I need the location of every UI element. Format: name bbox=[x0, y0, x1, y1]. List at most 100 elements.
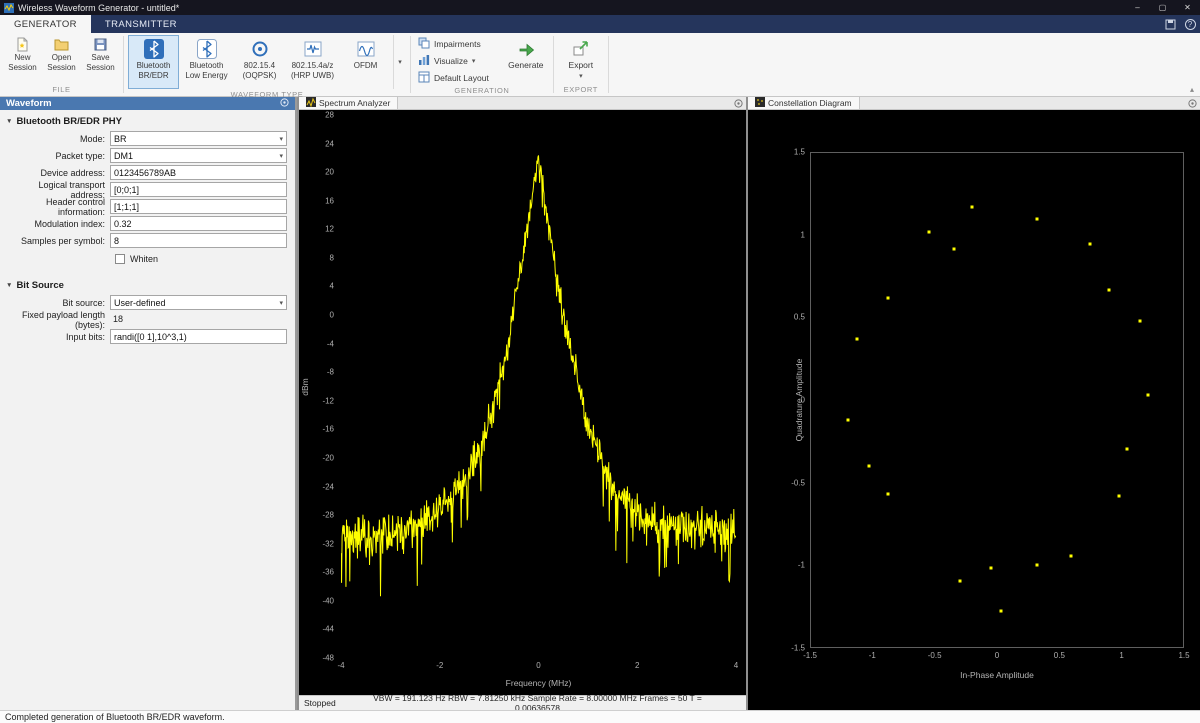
spectrum-trace bbox=[341, 115, 736, 658]
section-label-export: EXPORT bbox=[563, 85, 598, 94]
input-bits-label: Input bits: bbox=[65, 331, 105, 342]
tab-transmitter[interactable]: TRANSMITTER bbox=[91, 15, 191, 33]
panel-options-icon[interactable] bbox=[730, 97, 746, 109]
save-session-button[interactable]: Save Session bbox=[82, 35, 119, 72]
spectrum-y-axis-title: dBm bbox=[300, 377, 310, 396]
waveform-802154-oqpsk-label: 802.15.4 (OQPSK) bbox=[242, 61, 277, 80]
open-session-button[interactable]: Open Session bbox=[43, 35, 80, 72]
waveform-ofdm-button[interactable]: OFDM bbox=[340, 35, 391, 89]
constellation-y-tick-labels: Quadrature Amplitude 1.5 1 0.5 0 -0.5 -1 -1.5 bbox=[791, 147, 805, 653]
generate-icon bbox=[503, 38, 549, 58]
constellation-tab-icon bbox=[755, 97, 765, 109]
header-control-information-input[interactable] bbox=[110, 199, 287, 214]
waveform-bluetooth-le-button[interactable]: Bluetooth Low Energy bbox=[181, 35, 232, 89]
spectrum-plot-area: dBm 28 24 20 16 12 8 4 0 -4 -8 -12 -16 -20 -24 -28 -32-… bbox=[299, 110, 746, 695]
bit-source-label: Bit source: bbox=[62, 297, 105, 308]
waveform-802154-oqpsk-button[interactable]: 802.15.4 (OQPSK) bbox=[234, 35, 285, 89]
spectrum-panel-header: Spectrum Analyzer bbox=[299, 97, 746, 110]
spectrum-y-tick-labels: dBm 28 24 20 16 12 8 4 0 -4 -8 -12 -16 -20 -24 -28 -32-… bbox=[300, 110, 334, 663]
waveform-802154az-uwb-label: 802.15.4a/z (HRP UWB) bbox=[291, 61, 334, 80]
bluetooth-le-icon bbox=[182, 39, 231, 59]
logical-transport-address-input[interactable] bbox=[110, 182, 287, 197]
bit-source-section-title: Bit Source bbox=[16, 280, 64, 291]
default-layout-button[interactable]: Default Layout bbox=[415, 70, 492, 85]
bit-source-section-header[interactable]: ▼ Bit Source bbox=[0, 266, 295, 293]
panel-options-icon[interactable] bbox=[280, 97, 289, 110]
default-layout-label: Default Layout bbox=[434, 72, 489, 83]
toolstrip: New Session Open Session Save Session FI… bbox=[0, 33, 1200, 99]
phy-section-title: Bluetooth BR/EDR PHY bbox=[16, 116, 122, 127]
bluetooth-br-edr-icon bbox=[129, 39, 178, 59]
chevron-down-icon: ▾ bbox=[398, 59, 402, 66]
waveform-bluetooth-bredr-button[interactable]: Bluetooth BR/EDR bbox=[128, 35, 179, 89]
phy-section-header[interactable]: ▼ Bluetooth BR/EDR PHY bbox=[0, 110, 295, 129]
section-export: Export ▾ EXPORT bbox=[554, 33, 608, 96]
waveform-ofdm-label: OFDM bbox=[353, 61, 378, 70]
packet-type-label: Packet type: bbox=[55, 150, 105, 161]
waveform-bluetooth-bredr-label: Bluetooth BR/EDR bbox=[136, 61, 171, 80]
modulation-index-input[interactable] bbox=[110, 216, 287, 231]
generate-button[interactable]: Generate bbox=[503, 35, 549, 70]
section-label-file: FILE bbox=[52, 85, 71, 94]
collapse-triangle-icon: ▼ bbox=[6, 118, 13, 125]
visualize-label: Visualize bbox=[434, 55, 468, 66]
help-icon[interactable]: ? bbox=[1180, 15, 1200, 33]
constellation-x-axis-title: In-Phase Amplitude bbox=[960, 670, 1034, 680]
waveform-panel: Waveform ▼ Bluetooth BR/EDR PHY Mode: BR… bbox=[0, 97, 297, 710]
ofdm-icon bbox=[341, 39, 390, 59]
section-label-generation: GENERATION bbox=[454, 86, 510, 95]
quick-save-icon[interactable] bbox=[1160, 15, 1180, 33]
spectrum-run-status: Stopped bbox=[304, 698, 336, 708]
impairments-icon bbox=[418, 37, 430, 51]
waveform-panel-header: Waveform bbox=[0, 97, 295, 110]
bit-source-select[interactable]: User-defined ▾ bbox=[110, 295, 287, 310]
export-icon bbox=[558, 38, 604, 58]
visualize-icon bbox=[418, 54, 430, 68]
constellation-scatter bbox=[810, 152, 1184, 648]
impairments-label: Impairments bbox=[434, 38, 481, 49]
input-bits-input[interactable] bbox=[110, 329, 287, 344]
new-session-label: New Session bbox=[8, 53, 37, 72]
title-bar: Wireless Waveform Generator - untitled* … bbox=[0, 0, 1200, 15]
minimize-button[interactable]: – bbox=[1125, 0, 1150, 15]
hrp-uwb-icon bbox=[288, 39, 337, 59]
samples-per-symbol-label: Samples per symbol: bbox=[20, 235, 105, 246]
status-message: Completed generation of Bluetooth BR/EDR… bbox=[5, 712, 225, 722]
spectrum-tab-icon bbox=[306, 97, 316, 109]
waveform-gallery-expand-button[interactable]: ▾ bbox=[393, 35, 406, 89]
mode-label: Mode: bbox=[79, 133, 105, 144]
whiten-checkbox[interactable] bbox=[115, 254, 125, 264]
constellation-tab-label: Constellation Diagram bbox=[768, 98, 852, 108]
new-session-button[interactable]: New Session bbox=[4, 35, 41, 72]
mode-select[interactable]: BR ▾ bbox=[110, 131, 287, 146]
open-session-label: Open Session bbox=[47, 53, 76, 72]
new-session-icon bbox=[4, 37, 41, 52]
export-label: Export bbox=[568, 60, 594, 70]
spectrum-x-axis-title: Frequency (MHz) bbox=[505, 678, 572, 688]
app-status-bar: Completed generation of Bluetooth BR/EDR… bbox=[0, 710, 1200, 723]
chevron-down-icon: ▾ bbox=[279, 300, 283, 307]
close-button[interactable]: ✕ bbox=[1175, 0, 1200, 15]
collapse-toolstrip-icon[interactable]: ▴ bbox=[1190, 85, 1194, 94]
whiten-label: Whiten bbox=[130, 254, 159, 264]
visualize-button[interactable]: Visualize ▾ bbox=[415, 53, 492, 68]
constellation-diagram-tab[interactable]: Constellation Diagram bbox=[748, 97, 860, 109]
chevron-down-icon: ▾ bbox=[279, 136, 283, 143]
spectrum-tab-label: Spectrum Analyzer bbox=[319, 98, 391, 108]
waveform-802154az-uwb-button[interactable]: 802.15.4a/z (HRP UWB) bbox=[287, 35, 338, 89]
export-button[interactable]: Export ▾ bbox=[558, 35, 604, 80]
packet-type-select[interactable]: DM1 ▾ bbox=[110, 148, 287, 163]
constellation-plot-area: Quadrature Amplitude 1.5 1 0.5 0 -0.5 -1 -1.5 … bbox=[748, 110, 1200, 710]
spectrum-x-tick-labels: -4 -2 0 2 4 bbox=[337, 661, 739, 670]
app-icon bbox=[4, 2, 14, 13]
tab-generator[interactable]: GENERATOR bbox=[0, 15, 91, 33]
device-address-input[interactable] bbox=[110, 165, 287, 180]
impairments-button[interactable]: Impairments bbox=[415, 36, 492, 51]
oqpsk-icon bbox=[235, 39, 284, 59]
samples-per-symbol-input[interactable] bbox=[110, 233, 287, 248]
panel-options-icon[interactable] bbox=[1184, 97, 1200, 109]
generate-label: Generate bbox=[508, 60, 544, 70]
spectrum-analyzer-tab[interactable]: Spectrum Analyzer bbox=[299, 97, 399, 109]
maximize-button[interactable]: ▢ bbox=[1150, 0, 1175, 15]
header-control-information-label: Header control information: bbox=[45, 196, 105, 217]
